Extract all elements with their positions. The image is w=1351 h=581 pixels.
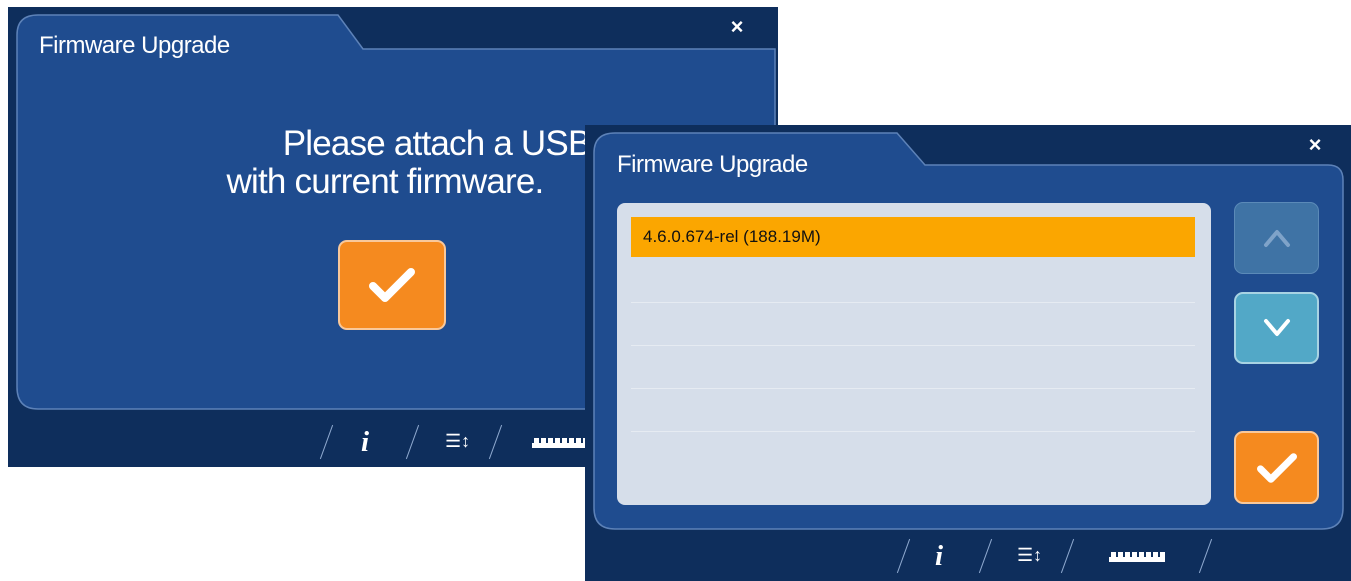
- ruler-icon[interactable]: [532, 438, 588, 448]
- checkmark-icon: [1256, 452, 1297, 483]
- chevron-down-icon: [1263, 319, 1290, 336]
- bottom-toolbar: i ☰↕: [585, 531, 1351, 581]
- checkmark-icon: [369, 268, 415, 302]
- info-icon[interactable]: i: [935, 540, 943, 573]
- close-icon[interactable]: ×: [1303, 133, 1327, 157]
- toolbar-divider: [405, 424, 420, 460]
- toolbar-divider: [896, 538, 911, 574]
- toolbar-divider: [1198, 538, 1213, 574]
- list-divider: [631, 431, 1195, 432]
- dialog-title: Firmware Upgrade: [39, 32, 230, 59]
- ruler-icon[interactable]: [1109, 552, 1165, 562]
- toolbar-divider: [978, 538, 993, 574]
- confirm-button[interactable]: [1234, 431, 1319, 504]
- scroll-up-button[interactable]: [1234, 202, 1319, 274]
- list-divider: [631, 388, 1195, 389]
- firmware-version-label: 4.6.0.674-rel (188.19M): [643, 227, 821, 246]
- info-icon[interactable]: i: [361, 426, 369, 459]
- list-divider: [631, 345, 1195, 346]
- scroll-down-button[interactable]: [1234, 292, 1319, 364]
- sort-icon[interactable]: ☰↕: [1017, 545, 1042, 566]
- firmware-list-dialog: Firmware Upgrade × 4.6.0.674-rel (188.19…: [585, 125, 1351, 581]
- chevron-up-icon: [1263, 230, 1290, 247]
- toolbar-divider: [1060, 538, 1075, 574]
- list-item[interactable]: 4.6.0.674-rel (188.19M): [631, 217, 1195, 257]
- sort-icon[interactable]: ☰↕: [445, 431, 470, 452]
- toolbar-divider: [319, 424, 334, 460]
- list-divider: [631, 302, 1195, 303]
- close-icon[interactable]: ×: [725, 15, 749, 39]
- toolbar-divider: [488, 424, 503, 460]
- firmware-list: 4.6.0.674-rel (188.19M): [617, 203, 1211, 505]
- dialog-title: Firmware Upgrade: [617, 151, 808, 178]
- confirm-button[interactable]: [338, 240, 446, 330]
